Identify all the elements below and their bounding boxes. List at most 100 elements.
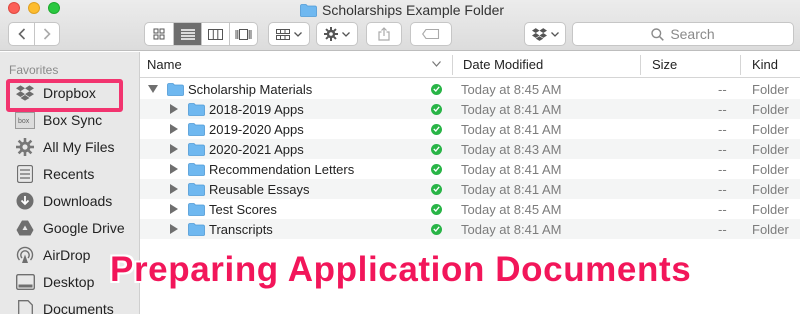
sidebar-item-documents[interactable]: Documents	[15, 298, 114, 314]
group-by-button[interactable]	[269, 23, 309, 45]
file-name: Transcripts	[209, 221, 273, 237]
file-name: Recommendation Letters	[209, 161, 355, 177]
disclosure-triangle-icon[interactable]	[170, 99, 178, 119]
dropbox-menu[interactable]	[524, 22, 566, 46]
disclosure-triangle-icon[interactable]	[170, 119, 178, 139]
table-row[interactable]: 2019-2020 Apps Today at 8:41 AM -- Folde…	[140, 119, 800, 139]
search-field[interactable]: Search	[572, 22, 794, 46]
list-view-button[interactable]	[174, 23, 202, 45]
disclosure-triangle-icon[interactable]	[170, 219, 178, 239]
sync-status-icon	[431, 219, 442, 239]
file-size: --	[718, 101, 727, 117]
date-modified: Today at 8:41 AM	[461, 181, 562, 197]
sync-status-icon	[431, 139, 442, 159]
toolbar: Scholarships Example Folder Search	[0, 0, 800, 51]
chevron-right-icon	[43, 28, 51, 40]
gear-icon	[324, 27, 338, 41]
date-modified: Today at 8:43 AM	[461, 141, 562, 157]
sidebar-item-airdrop[interactable]: AirDrop	[15, 244, 90, 266]
sidebar-item-downloads[interactable]: Downloads	[15, 190, 112, 212]
finder-window: Scholarships Example Folder Search Favor…	[0, 0, 800, 314]
sidebar-item-label: Desktop	[43, 274, 95, 290]
sidebar-item-all-my-files[interactable]: All My Files	[15, 136, 115, 158]
sidebar-item-recents[interactable]: Recents	[15, 163, 94, 185]
edit-tags-button[interactable]	[411, 23, 451, 45]
sidebar-item-box-sync[interactable]: box Box Sync	[15, 109, 102, 131]
sync-status-icon	[431, 79, 442, 99]
column-view-button[interactable]	[202, 23, 230, 45]
share-group	[366, 22, 402, 46]
sidebar-item-label: Recents	[43, 166, 95, 182]
overlay-caption: Preparing Application Documents	[110, 250, 692, 289]
file-name: 2020-2021 Apps	[209, 141, 304, 157]
close-window-button[interactable]	[8, 2, 20, 14]
dropbox-highlight-box	[6, 79, 123, 112]
column-header-name[interactable]: Name	[147, 57, 182, 72]
grid-icon	[153, 28, 165, 40]
window-title-text: Scholarships Example Folder	[322, 2, 505, 18]
forward-button[interactable]	[35, 23, 59, 45]
table-row[interactable]: 2020-2021 Apps Today at 8:43 AM -- Folde…	[140, 139, 800, 159]
folder-icon	[188, 119, 205, 139]
sidebar-item-label: All My Files	[43, 139, 115, 155]
file-name: Test Scores	[209, 201, 277, 217]
table-row[interactable]: Scholarship Materials Today at 8:45 AM -…	[140, 79, 800, 99]
file-name: 2018-2019 Apps	[209, 101, 304, 117]
icon-view-button[interactable]	[145, 23, 174, 45]
gallery-view-button[interactable]	[230, 23, 257, 45]
zoom-window-button[interactable]	[48, 2, 60, 14]
disclosure-triangle-icon[interactable]	[148, 79, 158, 99]
folder-icon	[167, 79, 184, 99]
share-button[interactable]	[367, 23, 401, 45]
recents-icon	[15, 165, 35, 183]
table-row[interactable]: Test Scores Today at 8:45 AM -- Folder	[140, 199, 800, 219]
file-kind: Folder	[752, 201, 789, 217]
group-by-menu[interactable]	[268, 22, 310, 46]
sync-status-icon	[431, 199, 442, 219]
desktop-icon	[15, 273, 35, 291]
table-row[interactable]: 2018-2019 Apps Today at 8:41 AM -- Folde…	[140, 99, 800, 119]
date-modified: Today at 8:45 AM	[461, 201, 562, 217]
action-button[interactable]	[317, 23, 357, 45]
table-row[interactable]: Reusable Essays Today at 8:41 AM -- Fold…	[140, 179, 800, 199]
view-mode-segment	[144, 22, 258, 46]
back-button[interactable]	[9, 23, 35, 45]
action-menu[interactable]	[316, 22, 358, 46]
chevron-left-icon	[17, 28, 25, 40]
date-modified: Today at 8:41 AM	[461, 121, 562, 137]
table-row[interactable]: Transcripts Today at 8:41 AM -- Folder	[140, 219, 800, 239]
column-divider[interactable]	[452, 55, 453, 75]
gallery-icon	[235, 28, 252, 40]
disclosure-triangle-icon[interactable]	[170, 159, 178, 179]
downloads-icon	[15, 192, 35, 210]
table-row[interactable]: Recommendation Letters Today at 8:41 AM …	[140, 159, 800, 179]
column-header-kind[interactable]: Kind	[752, 57, 778, 72]
sync-status-icon	[431, 99, 442, 119]
disclosure-triangle-icon[interactable]	[170, 199, 178, 219]
disclosure-triangle-icon[interactable]	[170, 139, 178, 159]
file-kind: Folder	[752, 161, 789, 177]
sync-status-icon	[431, 119, 442, 139]
sidebar-item-google-drive[interactable]: Google Drive	[15, 217, 125, 239]
column-divider[interactable]	[640, 55, 641, 75]
file-kind: Folder	[752, 121, 789, 137]
file-name: Scholarship Materials	[188, 81, 313, 97]
column-header-size[interactable]: Size	[652, 57, 677, 72]
column-divider[interactable]	[740, 55, 741, 75]
file-size: --	[718, 201, 727, 217]
minimize-window-button[interactable]	[28, 2, 40, 14]
date-modified: Today at 8:45 AM	[461, 81, 562, 97]
list-icon	[180, 28, 195, 40]
svg-text:box: box	[18, 118, 30, 125]
box-sync-icon: box	[15, 111, 35, 129]
sidebar-item-label: Google Drive	[43, 220, 125, 236]
column-header-date-modified[interactable]: Date Modified	[463, 57, 543, 72]
dropbox-menu-button[interactable]	[525, 23, 565, 45]
columns-icon	[208, 28, 223, 40]
chevron-down-icon	[550, 31, 559, 37]
sidebar-item-desktop[interactable]: Desktop	[15, 271, 94, 293]
file-size: --	[718, 161, 727, 177]
disclosure-triangle-icon[interactable]	[170, 179, 178, 199]
airdrop-icon	[15, 246, 35, 264]
folder-icon	[188, 199, 205, 219]
